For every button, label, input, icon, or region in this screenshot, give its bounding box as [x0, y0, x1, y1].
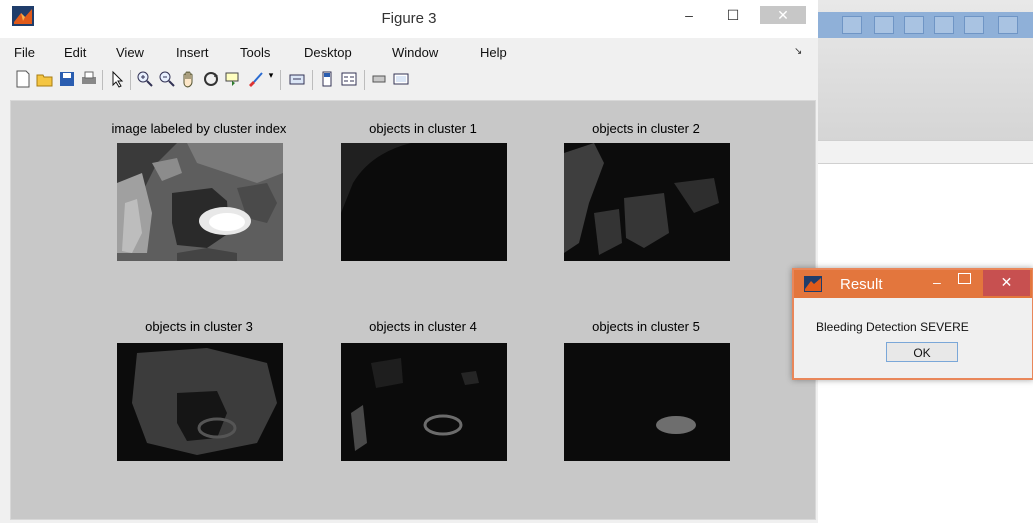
dialog-close-button[interactable]: ✕ — [983, 270, 1030, 296]
pan-icon[interactable] — [180, 70, 198, 88]
image-cluster-index[interactable] — [117, 143, 283, 261]
maximize-button[interactable]: ☐ — [718, 6, 748, 24]
show-plot-tools-icon[interactable] — [392, 70, 410, 88]
ok-button[interactable]: OK — [886, 342, 958, 362]
data-cursor-icon[interactable] — [224, 70, 242, 88]
toolbar-separator — [280, 70, 281, 90]
image-cluster-3[interactable] — [117, 343, 283, 461]
brush-icon[interactable] — [246, 70, 264, 88]
menu-insert[interactable]: Insert — [176, 45, 209, 60]
figure-window: Figure 3 – ☐ ✕ File Edit View Insert Too… — [0, 0, 819, 523]
ribbon-button-icon[interactable] — [934, 16, 954, 34]
save-icon[interactable] — [58, 70, 76, 88]
matlab-logo-icon — [804, 276, 822, 292]
menu-help[interactable]: Help — [480, 45, 507, 60]
insert-legend-icon[interactable] — [340, 70, 358, 88]
toolbar-separator — [102, 70, 103, 90]
toolbar-separator — [364, 70, 365, 90]
close-button[interactable]: ✕ — [760, 6, 806, 24]
background-window — [818, 0, 1033, 523]
menu-tools[interactable]: Tools — [240, 45, 270, 60]
dialog-maximize-button[interactable] — [958, 273, 971, 284]
zoom-in-icon[interactable] — [136, 70, 154, 88]
menu-file[interactable]: File — [14, 45, 35, 60]
background-header-strip — [818, 140, 1033, 164]
ribbon-button-icon[interactable] — [998, 16, 1018, 34]
zoom-out-icon[interactable] — [158, 70, 176, 88]
image-cluster-2[interactable] — [564, 143, 730, 261]
axes-title: objects in cluster 3 — [145, 319, 253, 334]
axes-title: objects in cluster 1 — [369, 121, 477, 136]
open-file-icon[interactable] — [36, 70, 54, 88]
menu-desktop[interactable]: Desktop — [304, 45, 352, 60]
toolbar-separator — [312, 70, 313, 90]
new-figure-icon[interactable] — [14, 70, 32, 88]
dialog-message: Bleeding Detection SEVERE — [816, 320, 969, 334]
axes-title: objects in cluster 4 — [369, 319, 477, 334]
figure-titlebar[interactable]: Figure 3 – ☐ ✕ — [0, 0, 818, 38]
dialog-titlebar[interactable]: Result – ✕ — [794, 270, 1032, 298]
minimize-button[interactable]: – — [674, 6, 704, 24]
plot-area: image labeled by cluster index objects i… — [10, 100, 816, 520]
link-plot-icon[interactable] — [288, 70, 306, 88]
hide-plot-tools-icon[interactable] — [370, 70, 388, 88]
ribbon-button-icon[interactable] — [964, 16, 984, 34]
figure-toolbar: ▾ — [0, 66, 818, 94]
menu-edit[interactable]: Edit — [64, 45, 86, 60]
dock-arrow-icon[interactable]: ↘ — [794, 46, 802, 57]
ribbon-button-icon[interactable] — [842, 16, 862, 34]
pointer-icon[interactable] — [108, 70, 126, 88]
print-icon[interactable] — [80, 70, 98, 88]
image-cluster-4[interactable] — [341, 343, 507, 461]
brush-dropdown-icon[interactable]: ▾ — [266, 70, 276, 88]
result-dialog: Result – ✕ Bleeding Detection SEVERE OK — [792, 268, 1033, 380]
dialog-title: Result — [840, 276, 883, 293]
toolbar-separator — [130, 70, 131, 90]
menu-view[interactable]: View — [116, 45, 144, 60]
ribbon-button-icon[interactable] — [904, 16, 924, 34]
rotate-3d-icon[interactable] — [202, 70, 220, 88]
image-cluster-5[interactable] — [564, 343, 730, 461]
image-cluster-1[interactable] — [341, 143, 507, 261]
menu-bar: File Edit View Insert Tools Desktop Wind… — [0, 42, 818, 64]
dialog-minimize-button[interactable]: – — [933, 274, 941, 290]
axes-title: image labeled by cluster index — [111, 121, 287, 136]
ribbon-button-icon[interactable] — [874, 16, 894, 34]
axes-title: objects in cluster 5 — [592, 319, 700, 334]
insert-colorbar-icon[interactable] — [318, 70, 336, 88]
axes-title: objects in cluster 2 — [592, 121, 700, 136]
menu-window[interactable]: Window — [392, 45, 438, 60]
